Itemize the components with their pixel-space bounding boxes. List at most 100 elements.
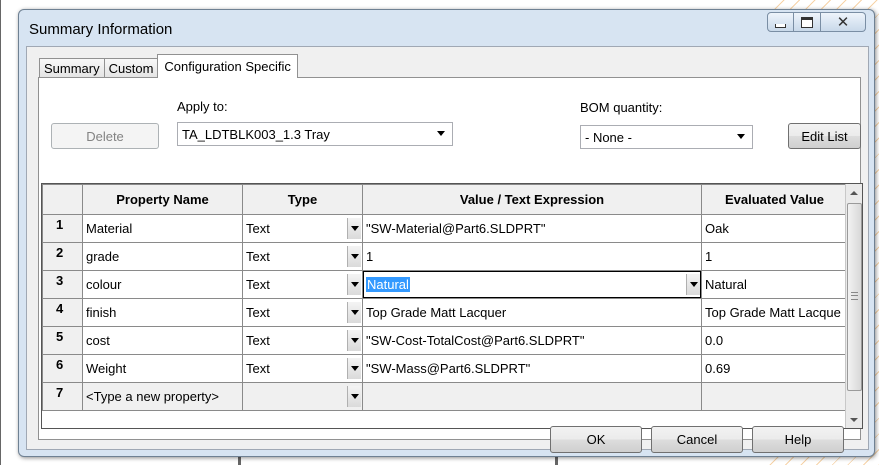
minimize-icon <box>775 24 786 28</box>
table-row: 6 Weight Text "SW-Mass@Part6.SLDPRT" 0.6… <box>42 354 848 383</box>
value-input-selected[interactable]: Natural <box>366 277 410 292</box>
table-header-row: Property Name Type Value / Text Expressi… <box>42 184 848 215</box>
row-number[interactable]: 4 <box>42 298 83 327</box>
window-controls: ✕ <box>767 12 866 34</box>
column-header-evaluated-value[interactable]: Evaluated Value <box>701 184 848 215</box>
delete-button[interactable]: Delete <box>51 123 159 149</box>
type-value: Text <box>246 305 270 320</box>
close-icon: ✕ <box>836 14 850 31</box>
type-dropdown-button[interactable] <box>347 330 361 351</box>
grip-icon <box>851 292 858 300</box>
type-value: Text <box>246 333 270 348</box>
evaluated-value-cell: Top Grade Matt Lacque <box>701 298 848 327</box>
apply-to-select[interactable]: TA_LDTBLK003_1.3 Tray <box>177 122 453 146</box>
tab-configuration-specific[interactable]: Configuration Specific <box>157 54 298 78</box>
row-number[interactable]: 5 <box>42 326 83 355</box>
edit-list-button[interactable]: Edit List <box>788 123 861 149</box>
scroll-thumb[interactable] <box>847 203 862 391</box>
value-dropdown-button[interactable] <box>686 274 700 295</box>
table-row: 4 finish Text Top Grade Matt Lacquer Top… <box>42 298 848 327</box>
property-name-cell[interactable]: finish <box>82 298 243 327</box>
type-dropdown-button[interactable] <box>347 386 361 407</box>
corner-cell <box>42 184 83 215</box>
type-dropdown-button[interactable] <box>347 246 361 267</box>
scroll-up-button[interactable] <box>846 184 862 201</box>
chevron-down-icon <box>350 282 359 287</box>
row-number[interactable]: 2 <box>42 242 83 271</box>
bom-quantity-label: BOM quantity: <box>580 100 663 115</box>
minimize-button[interactable] <box>767 12 794 32</box>
maximize-icon <box>801 16 813 28</box>
value-cell[interactable]: "SW-Material@Part6.SLDPRT" <box>362 214 702 243</box>
ok-button[interactable]: OK <box>550 426 642 453</box>
chevron-down-icon <box>689 282 698 287</box>
chevron-down-icon <box>350 226 359 231</box>
bom-quantity-value: - None - <box>585 129 632 145</box>
row-number[interactable]: 1 <box>42 214 83 243</box>
evaluated-value-cell: 1 <box>701 242 848 271</box>
evaluated-value-cell: Oak <box>701 214 848 243</box>
dialog-title: Summary Information <box>29 21 173 38</box>
scroll-down-button[interactable] <box>846 411 862 428</box>
maximize-button[interactable] <box>794 12 821 32</box>
chevron-down-icon <box>350 254 359 259</box>
help-button[interactable]: Help <box>752 426 844 453</box>
type-dropdown-button[interactable] <box>347 302 361 323</box>
table-row: 5 cost Text "SW-Cost-TotalCost@Part6.SLD… <box>42 326 848 355</box>
type-cell[interactable]: Text <box>242 214 363 243</box>
property-table: Property Name Type Value / Text Expressi… <box>42 184 848 411</box>
table-row: 1 Material Text "SW-Material@Part6.SLDPR… <box>42 214 848 243</box>
property-name-cell[interactable]: cost <box>82 326 243 355</box>
row-number[interactable]: 7 <box>42 382 83 411</box>
chevron-down-icon <box>350 366 359 371</box>
value-cell[interactable] <box>362 382 702 411</box>
tab-summary[interactable]: Summary <box>39 58 105 78</box>
close-button[interactable]: ✕ <box>821 12 866 32</box>
dialog-client: Summary Custom Configuration Specific De… <box>26 46 869 453</box>
type-cell[interactable]: Text <box>242 354 363 383</box>
chevron-down-icon <box>350 310 359 315</box>
tab-custom[interactable]: Custom <box>103 58 159 78</box>
value-cell[interactable]: "SW-Mass@Part6.SLDPRT" <box>362 354 702 383</box>
type-cell[interactable]: Text <box>242 270 363 299</box>
column-header-value[interactable]: Value / Text Expression <box>362 184 702 215</box>
property-grid: Property Name Type Value / Text Expressi… <box>41 183 863 429</box>
apply-to-value: TA_LDTBLK003_1.3 Tray <box>182 126 330 142</box>
evaluated-value-cell: 0.0 <box>701 326 848 355</box>
table-row: 3 colour Text Natural Natural <box>42 270 848 299</box>
tab-strip: Summary Custom Configuration Specific <box>39 54 298 78</box>
type-cell[interactable]: Text <box>242 326 363 355</box>
type-cell[interactable]: Text <box>242 242 363 271</box>
type-value: Text <box>246 277 270 292</box>
new-property-name-cell[interactable]: <Type a new property> <box>82 382 243 411</box>
property-name-cell[interactable]: colour <box>82 270 243 299</box>
type-value: Text <box>246 249 270 264</box>
row-number[interactable]: 6 <box>42 354 83 383</box>
evaluated-value-cell: Natural <box>701 270 848 299</box>
type-dropdown-button[interactable] <box>347 218 361 239</box>
title-bar[interactable]: Summary Information ✕ <box>19 10 874 46</box>
column-header-property-name[interactable]: Property Name <box>82 184 243 215</box>
type-dropdown-button[interactable] <box>347 358 361 379</box>
type-value: Text <box>246 221 270 236</box>
property-name-cell[interactable]: Material <box>82 214 243 243</box>
row-number[interactable]: 3 <box>42 270 83 299</box>
grid-vertical-scrollbar[interactable] <box>845 184 862 428</box>
cancel-button[interactable]: Cancel <box>651 426 743 453</box>
property-name-cell[interactable]: grade <box>82 242 243 271</box>
configuration-specific-panel: Delete Apply to: TA_LDTBLK003_1.3 Tray B… <box>38 77 863 440</box>
value-cell-editing[interactable]: Natural <box>362 270 702 299</box>
value-cell[interactable]: 1 <box>362 242 702 271</box>
value-cell[interactable]: "SW-Cost-TotalCost@Part6.SLDPRT" <box>362 326 702 355</box>
value-cell[interactable]: Top Grade Matt Lacquer <box>362 298 702 327</box>
drawing-line <box>0 0 1 465</box>
type-cell[interactable] <box>242 382 363 411</box>
type-dropdown-button[interactable] <box>347 274 361 295</box>
property-name-cell[interactable]: Weight <box>82 354 243 383</box>
column-header-type[interactable]: Type <box>242 184 363 215</box>
bom-quantity-select[interactable]: - None - <box>580 125 753 149</box>
evaluated-value-cell <box>701 382 848 411</box>
chevron-down-icon <box>737 134 745 139</box>
chevron-down-icon <box>850 417 858 422</box>
type-cell[interactable]: Text <box>242 298 363 327</box>
